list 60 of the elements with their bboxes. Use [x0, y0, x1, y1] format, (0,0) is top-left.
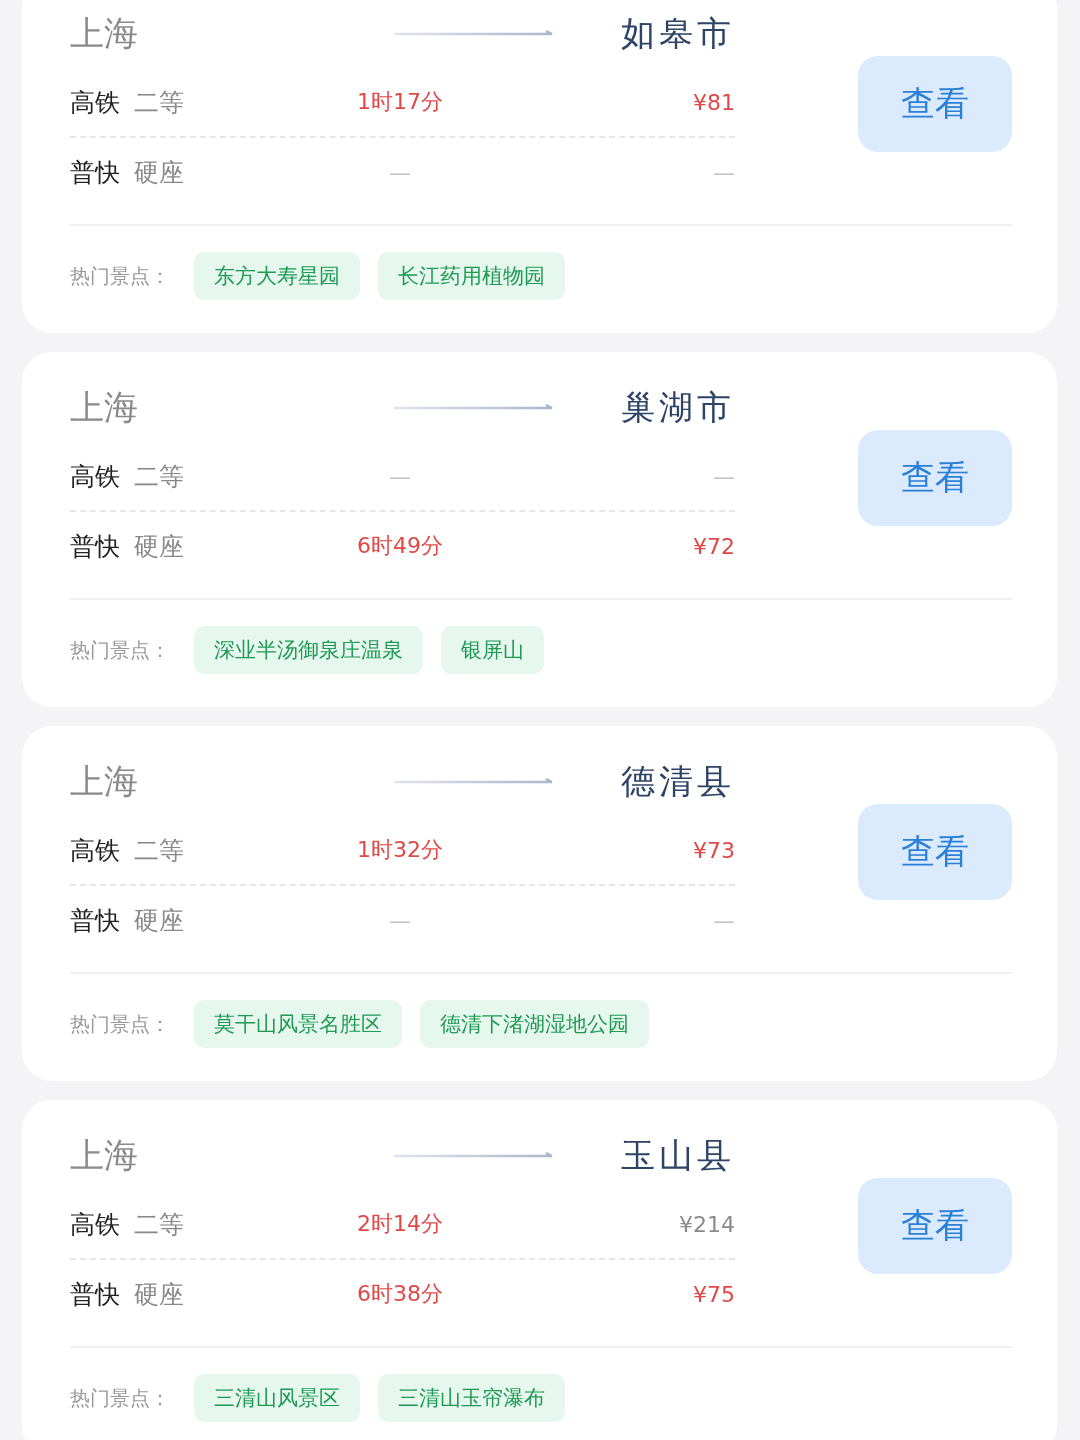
ticket-price: —	[713, 463, 735, 489]
travel-duration: 6时38分	[357, 1280, 443, 1308]
origin-city: 上海	[70, 1134, 139, 1177]
travel-duration: 6时49分	[357, 532, 443, 560]
train-type: 普快	[70, 530, 120, 563]
seat-class: 二等	[134, 86, 184, 119]
arrow-icon	[394, 1152, 554, 1160]
spots-label: 热门景点：	[70, 1384, 170, 1412]
destination-city: 巢湖市	[621, 386, 735, 429]
view-button[interactable]: 查看	[858, 430, 1012, 526]
train-type: 高铁	[70, 1208, 120, 1241]
spot-tag[interactable]: 德清下渚湖湿地公园	[420, 1000, 649, 1048]
origin-city: 上海	[70, 386, 139, 429]
ticket-price: —	[713, 907, 735, 933]
ticket-price: —	[713, 159, 735, 185]
seat-class: 硬座	[134, 1278, 184, 1311]
seat-class: 二等	[134, 1208, 184, 1241]
ticket-price: ¥72	[693, 533, 735, 559]
train-type: 高铁	[70, 834, 120, 867]
arrow-icon	[394, 778, 554, 786]
spot-tag[interactable]: 莫干山风景名胜区	[194, 1000, 402, 1048]
train-type: 普快	[70, 904, 120, 937]
ticket-price: ¥214	[679, 1211, 735, 1237]
train-type: 普快	[70, 1278, 120, 1311]
spot-tag[interactable]: 深业半汤御泉庄温泉	[194, 626, 423, 674]
seat-class: 硬座	[134, 156, 184, 189]
origin-city: 上海	[70, 12, 139, 55]
view-button[interactable]: 查看	[858, 1178, 1012, 1274]
destination-city: 玉山县	[621, 1134, 735, 1177]
travel-duration: —	[389, 463, 411, 489]
train-type: 高铁	[70, 86, 120, 119]
spots-label: 热门景点：	[70, 1010, 170, 1038]
spot-tag[interactable]: 东方大寿星园	[194, 252, 360, 300]
travel-duration: —	[389, 907, 411, 933]
travel-duration: 2时14分	[357, 1210, 443, 1238]
seat-class: 二等	[134, 460, 184, 493]
spot-tag[interactable]: 三清山风景区	[194, 1374, 360, 1422]
ticket-price: ¥73	[693, 837, 735, 863]
destination-city: 德清县	[621, 760, 735, 803]
spot-tag[interactable]: 长江药用植物园	[378, 252, 565, 300]
seat-class: 硬座	[134, 530, 184, 563]
seat-class: 二等	[134, 834, 184, 867]
travel-duration: —	[389, 159, 411, 185]
origin-city: 上海	[70, 760, 139, 803]
spot-tag[interactable]: 银屏山	[441, 626, 544, 674]
spots-label: 热门景点：	[70, 636, 170, 664]
spot-tag[interactable]: 三清山玉帘瀑布	[378, 1374, 565, 1422]
view-button[interactable]: 查看	[858, 56, 1012, 152]
spots-label: 热门景点：	[70, 262, 170, 290]
ticket-price: ¥75	[693, 1281, 735, 1307]
destination-city: 如皋市	[621, 12, 735, 55]
ticket-price: ¥81	[693, 89, 735, 115]
seat-class: 硬座	[134, 904, 184, 937]
arrow-icon	[394, 30, 554, 38]
train-type: 普快	[70, 156, 120, 189]
travel-duration: 1时32分	[357, 836, 443, 864]
arrow-icon	[394, 404, 554, 412]
view-button[interactable]: 查看	[858, 804, 1012, 900]
train-type: 高铁	[70, 460, 120, 493]
travel-duration: 1时17分	[357, 88, 443, 116]
